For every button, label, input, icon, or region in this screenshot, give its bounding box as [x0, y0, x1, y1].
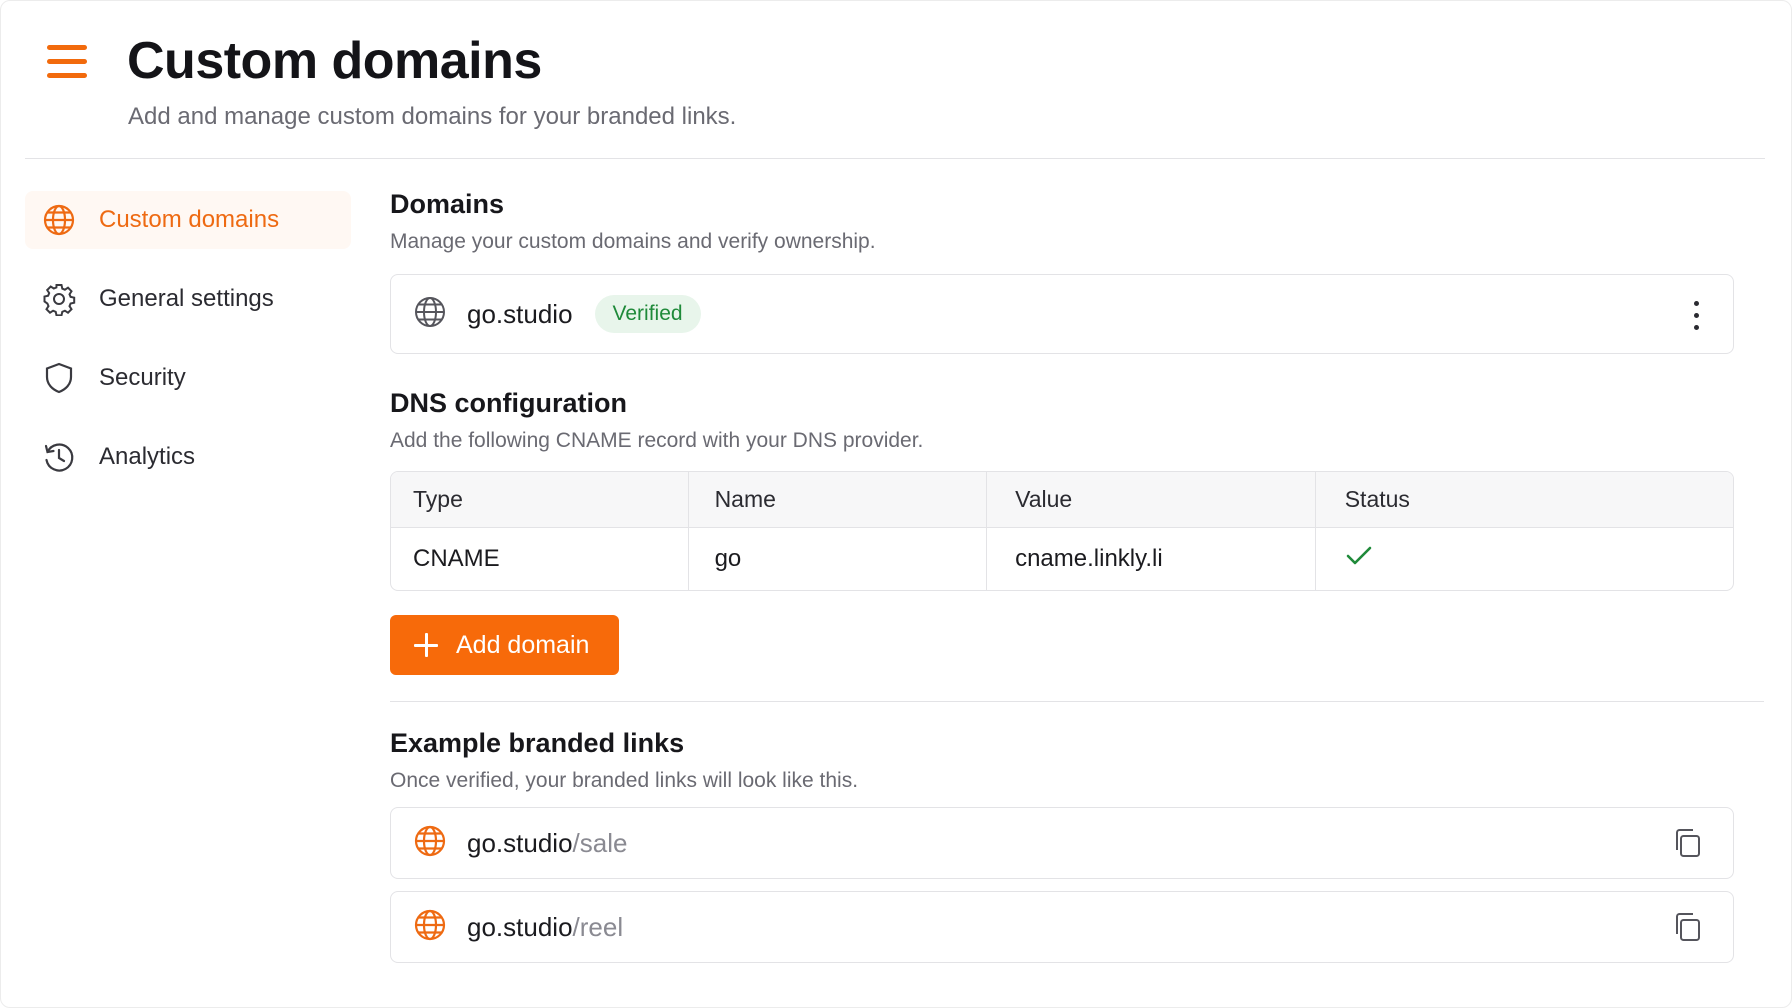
dns-table: Type Name Value Status CNAME go cname.li… [390, 471, 1734, 591]
add-domain-button[interactable]: Add domain [390, 615, 619, 675]
domain-name: go.studio [467, 298, 573, 329]
column-header-type: Type [391, 472, 688, 528]
check-icon [1345, 546, 1373, 574]
examples-section-subtitle: Once verified, your branded links will l… [390, 769, 859, 792]
cell-status [1314, 528, 1733, 590]
sidebar-item-label: Security [99, 364, 186, 391]
link-domain: go.studio [467, 911, 573, 942]
column-header-value: Value [986, 472, 1315, 528]
cell-name: go [687, 528, 987, 590]
sidebar-item-security[interactable]: Security [25, 349, 351, 407]
domain-card[interactable]: go.studio Verified [390, 274, 1734, 354]
copy-icon[interactable] [1671, 910, 1707, 946]
more-options-icon[interactable] [1691, 301, 1701, 331]
example-link-text: go.studio/sale [467, 828, 627, 859]
sidebar-item-label: Analytics [99, 443, 196, 470]
sidebar-item-custom-domains[interactable]: Custom domains [25, 191, 351, 249]
globe-icon [413, 295, 447, 334]
globe-icon [413, 824, 447, 863]
sidebar: Custom domains General settings Security [25, 191, 351, 507]
gear-icon [41, 281, 77, 317]
column-header-status: Status [1314, 472, 1733, 528]
dns-section-subtitle: Add the following CNAME record with your… [390, 429, 924, 452]
main-content: Domains Manage your custom domains and v… [390, 189, 1764, 963]
cell-value: cname.linkly.li [986, 528, 1315, 590]
page-header: Custom domains Add and manage custom dom… [1, 1, 1791, 159]
table-row: CNAME go cname.linkly.li [391, 528, 1733, 590]
page-subtitle: Add and manage custom domains for your b… [128, 103, 737, 130]
page-title: Custom domains [127, 32, 542, 90]
status-badge: Verified [594, 295, 701, 333]
plus-icon [412, 631, 440, 659]
sidebar-item-analytics[interactable]: Analytics [25, 428, 351, 486]
section-divider [390, 701, 1764, 702]
example-link-text: go.studio/reel [467, 912, 623, 943]
history-icon [41, 439, 77, 475]
app-window: Custom domains Add and manage custom dom… [0, 0, 1792, 1008]
add-domain-label: Add domain [456, 630, 590, 659]
domains-section-subtitle: Manage your custom domains and verify ow… [390, 230, 876, 253]
header-divider [25, 158, 1765, 159]
globe-icon [413, 908, 447, 947]
shield-icon [41, 360, 77, 396]
sidebar-item-label: Custom domains [99, 206, 280, 233]
dns-section-title: DNS configuration [390, 388, 627, 418]
examples-section-title: Example branded links [390, 728, 685, 758]
table-header-row: Type Name Value Status [391, 472, 1733, 528]
example-link-card: go.studio/sale [390, 807, 1734, 879]
copy-icon[interactable] [1671, 826, 1707, 862]
hamburger-menu-icon[interactable] [45, 43, 89, 83]
cell-type: CNAME [413, 545, 500, 572]
link-path: /sale [572, 827, 628, 858]
example-link-card: go.studio/reel [390, 891, 1734, 963]
domains-section-title: Domains [390, 189, 505, 219]
globe-icon [41, 202, 77, 238]
link-domain: go.studio [467, 827, 573, 858]
sidebar-item-label: General settings [99, 285, 274, 312]
column-header-name: Name [687, 472, 987, 528]
link-path: /reel [572, 911, 624, 942]
sidebar-item-general-settings[interactable]: General settings [25, 270, 351, 328]
